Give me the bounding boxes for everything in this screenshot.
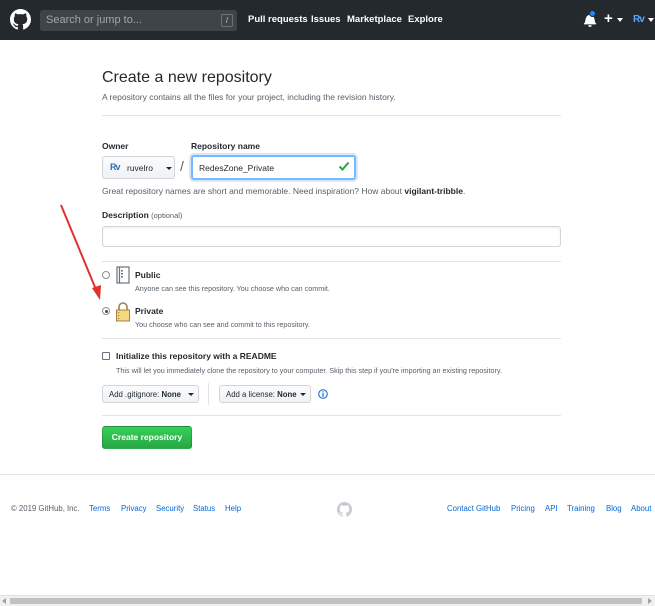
owner-label: Owner [102, 141, 129, 151]
private-option-title[interactable]: Private [135, 306, 163, 316]
repository-name-value: RedesZone_Private [199, 163, 275, 173]
repository-name-input[interactable]: RedesZone_Private [191, 155, 356, 180]
search-shortcut-key: / [221, 14, 233, 27]
description-input[interactable] [102, 226, 561, 247]
nav-marketplace[interactable]: Marketplace [347, 14, 402, 25]
description-label: Description (optional) [102, 210, 182, 220]
nav-explore[interactable]: Explore [408, 14, 443, 25]
public-option-note: Anyone can see this repository. You choo… [135, 284, 330, 293]
lock-icon [116, 302, 130, 322]
chevron-down-icon [648, 18, 654, 22]
footer-link-status[interactable]: Status [193, 504, 215, 513]
gitignore-select[interactable]: Add .gitignore: None [102, 385, 199, 403]
repo-name-label: Repository name [191, 141, 260, 151]
readme-option-note: This will let you immediately clone the … [116, 366, 502, 375]
info-icon[interactable] [318, 389, 328, 399]
page-title: Create a new repository [102, 69, 272, 86]
license-select[interactable]: Add a license: None [219, 385, 311, 403]
footer-copyright: © 2019 GitHub, Inc. [11, 504, 80, 513]
footer-link-privacy[interactable]: Privacy [121, 504, 147, 513]
chevron-down-icon [617, 18, 623, 22]
license-value: None [277, 390, 297, 399]
divider [102, 415, 561, 416]
footer-link-security[interactable]: Security [156, 504, 184, 513]
footer-link-about[interactable]: About [631, 504, 651, 513]
optional-tag: (optional) [151, 211, 183, 220]
chevron-down-icon [188, 393, 194, 396]
scroll-left-icon[interactable] [2, 598, 6, 604]
gitignore-value: None [161, 390, 181, 399]
top-navbar: Search or jump to... / Pull requests Iss… [0, 0, 655, 40]
repo-book-icon [116, 266, 130, 284]
footer-divider [0, 474, 655, 475]
footer-link-help[interactable]: Help [225, 504, 241, 513]
name-suggestion[interactable]: vigilant-tribble [404, 186, 463, 196]
avatar[interactable]: Rv [633, 14, 645, 25]
divider [102, 261, 561, 262]
divider [102, 338, 561, 339]
annotation-arrow [60, 204, 101, 300]
public-option-title[interactable]: Public [135, 270, 161, 280]
owner-select[interactable]: Rv ruvelro [102, 156, 175, 179]
private-radio[interactable] [102, 307, 110, 315]
footer-link-contact[interactable]: Contact GitHub [447, 504, 500, 513]
footer-link-pricing[interactable]: Pricing [511, 504, 535, 513]
license-label: Add a license: [226, 390, 275, 399]
hint-text: Great repository names are short and mem… [102, 186, 405, 196]
search-input[interactable]: Search or jump to... / [40, 10, 237, 31]
owner-avatar: Rv [110, 162, 120, 172]
readme-option-title[interactable]: Initialize this repository with a README [116, 351, 277, 361]
page-subtitle: A repository contains all the files for … [102, 92, 396, 102]
nav-issues[interactable]: Issues [311, 14, 341, 25]
checkmark-icon [338, 161, 350, 171]
nav-pull-requests[interactable]: Pull requests [248, 14, 308, 25]
github-logo-icon[interactable] [10, 9, 31, 30]
footer-link-training[interactable]: Training [567, 504, 595, 513]
hint-end: . [462, 186, 466, 196]
footer-link-blog[interactable]: Blog [606, 504, 622, 513]
public-radio[interactable] [102, 271, 110, 279]
scrollbar-thumb[interactable] [10, 598, 642, 604]
horizontal-scrollbar[interactable] [0, 595, 655, 606]
chevron-down-icon [300, 393, 306, 396]
scroll-right-icon[interactable] [648, 598, 652, 604]
divider [208, 383, 209, 405]
footer-link-terms[interactable]: Terms [89, 504, 110, 513]
description-label-text: Description [102, 210, 149, 220]
owner-repo-separator: / [180, 158, 184, 174]
private-option-note: You choose who can see and commit to thi… [135, 320, 310, 329]
search-placeholder: Search or jump to... [46, 14, 142, 26]
github-mark-icon[interactable] [337, 502, 352, 517]
owner-name: ruvelro [127, 163, 153, 173]
create-repository-button[interactable]: Create repository [102, 426, 192, 449]
notification-indicator [589, 10, 596, 17]
repo-name-hint: Great repository names are short and mem… [102, 186, 465, 196]
gitignore-label: Add .gitignore: [109, 390, 160, 399]
footer-link-api[interactable]: API [545, 504, 558, 513]
readme-checkbox[interactable] [102, 352, 110, 360]
plus-icon[interactable]: + [604, 10, 613, 28]
divider [102, 115, 561, 116]
chevron-down-icon [166, 167, 172, 170]
